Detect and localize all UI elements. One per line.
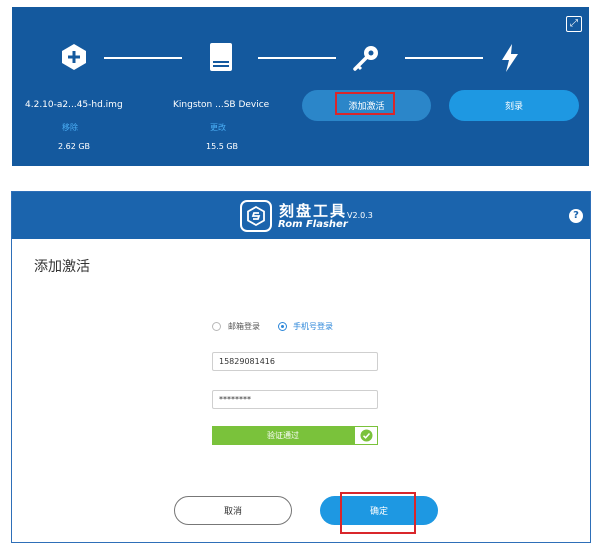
fullscreen-button[interactable]: ⤢	[566, 16, 582, 32]
check-icon	[360, 429, 372, 442]
password-input[interactable]	[212, 390, 378, 409]
image-size: 2.62 GB	[58, 142, 91, 151]
image-file-name: 4.2.10-a2...45-hd.img	[25, 100, 123, 110]
key-icon	[350, 43, 382, 75]
version-label: V2.0.3	[347, 211, 373, 220]
drive-icon[interactable]	[207, 42, 235, 72]
verify-slider[interactable]: 验证通过	[212, 426, 354, 445]
email-login-radio[interactable]	[212, 322, 221, 331]
activation-dialog: 刻盘工具 Rom Flasher V2.0.3 ? 添加激活 邮箱登录 手机号登…	[11, 191, 591, 543]
help-icon: ?	[573, 210, 579, 221]
rom-flasher-logo	[240, 200, 272, 232]
phone-login-radio[interactable]	[278, 322, 287, 331]
phone-login-label[interactable]: 手机号登录	[293, 321, 333, 332]
brand-title: 刻盘工具	[279, 202, 348, 220]
device-name: Kingston ...SB Device	[173, 100, 270, 110]
flasher-panel: ⤢ 4.2.10-a2...45-hd.img 移除 2.62 GB Kings…	[12, 7, 589, 166]
step-connector	[258, 57, 336, 59]
device-size: 15.5 GB	[206, 142, 239, 151]
expand-icon: ⤢	[570, 18, 578, 29]
highlight-box	[335, 92, 395, 115]
step-connector	[104, 57, 182, 59]
verify-label: 验证通过	[267, 431, 299, 440]
help-button[interactable]: ?	[569, 209, 583, 223]
dialog-title: 添加激活	[34, 259, 90, 275]
flash-button[interactable]: 刻录	[449, 90, 579, 121]
remove-image-link[interactable]: 移除	[62, 122, 78, 133]
brand-subtitle: Rom Flasher	[278, 219, 348, 230]
phone-input[interactable]	[212, 352, 378, 371]
step-connector	[405, 57, 483, 59]
email-login-label[interactable]: 邮箱登录	[228, 321, 260, 332]
flash-icon	[499, 43, 521, 73]
cancel-button[interactable]: 取消	[174, 496, 292, 525]
change-device-link[interactable]: 更改	[210, 122, 226, 133]
highlight-box	[340, 492, 416, 534]
dialog-header: 刻盘工具 Rom Flasher V2.0.3 ?	[12, 192, 590, 239]
add-image-icon[interactable]	[60, 43, 88, 71]
verify-handle[interactable]	[354, 426, 378, 445]
dialog-body: 添加激活 邮箱登录 手机号登录 验证通过 取消 确定	[12, 239, 590, 544]
